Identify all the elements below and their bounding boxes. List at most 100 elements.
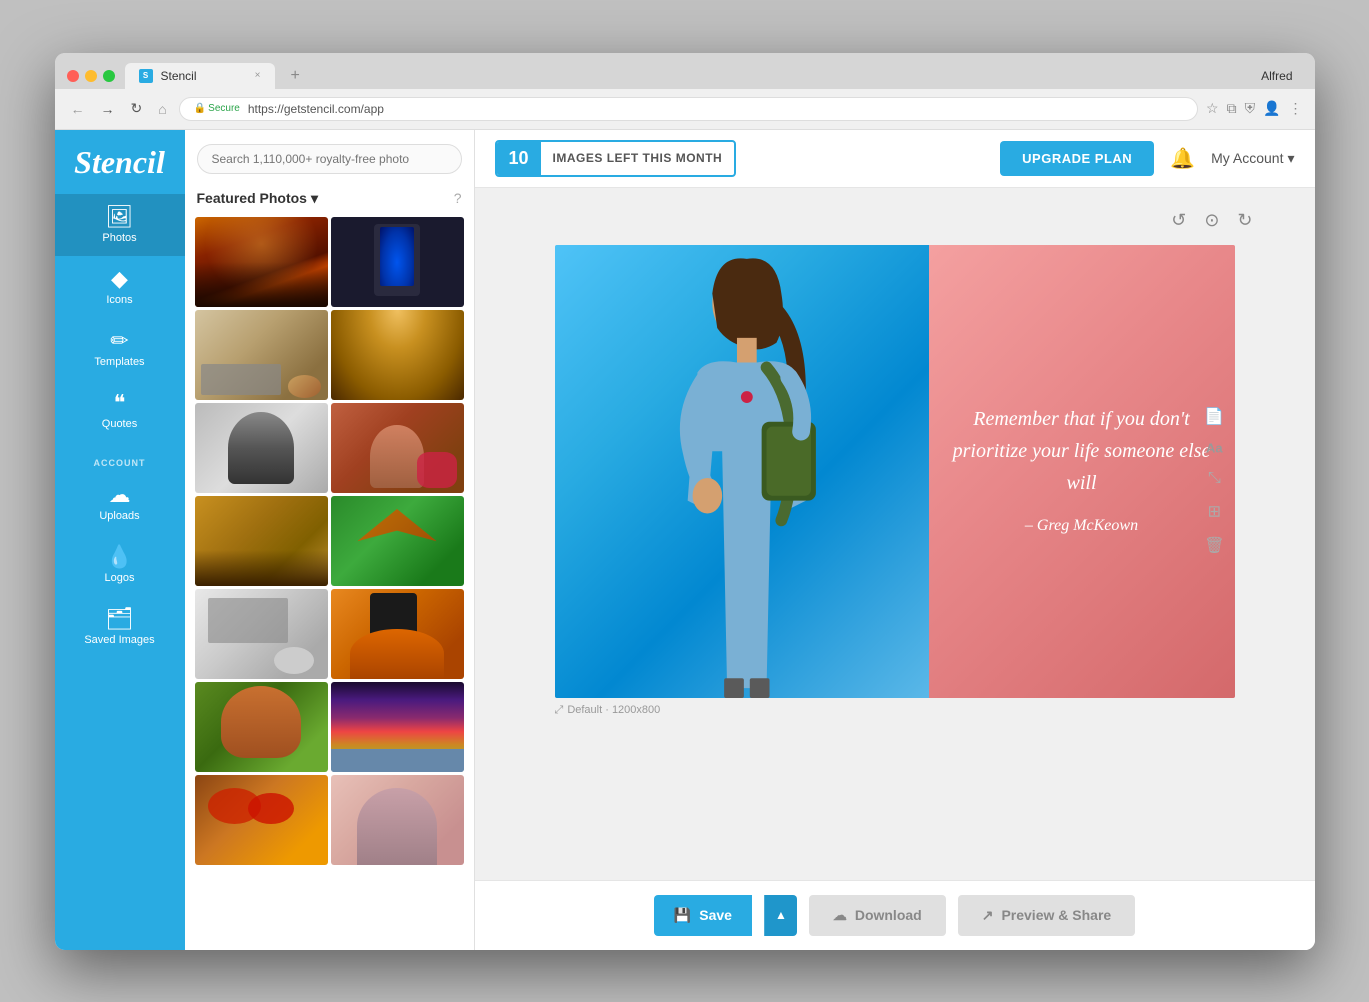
resize-tool-button[interactable]: ⤡ bbox=[1208, 469, 1221, 487]
layers-icon[interactable]: ⧉ bbox=[1227, 100, 1237, 117]
photos-search bbox=[185, 130, 474, 184]
photo-thumb[interactable] bbox=[195, 496, 328, 586]
shield-icon[interactable]: ⛨ bbox=[1245, 100, 1256, 117]
sidebar-item-saved[interactable]: 🗂 Saved Images bbox=[55, 596, 185, 659]
preview-share-button[interactable]: ↗ Preview & Share bbox=[958, 895, 1135, 936]
notification-icon[interactable]: 🔔 bbox=[1170, 146, 1195, 171]
sidebar-item-icons[interactable]: ◆ Icons bbox=[55, 256, 185, 318]
save-icon: 💾 bbox=[674, 907, 691, 924]
account-label: My Account bbox=[1211, 150, 1283, 166]
undo-button[interactable]: ↺ bbox=[1169, 208, 1188, 233]
canvas-quote-text: Remember that if you don't prioritize yo… bbox=[949, 403, 1215, 499]
sidebar-item-templates[interactable]: ✏ Templates bbox=[55, 318, 185, 380]
photo-thumb[interactable] bbox=[331, 496, 464, 586]
photo-thumb[interactable] bbox=[195, 682, 328, 772]
profile-icon[interactable]: 👤 bbox=[1263, 100, 1280, 117]
photo-thumb[interactable] bbox=[331, 682, 464, 772]
sidebar-label-saved: Saved Images bbox=[84, 634, 154, 647]
photo-thumb[interactable] bbox=[331, 403, 464, 493]
grid-tool-button[interactable]: ⊞ bbox=[1208, 501, 1221, 521]
menu-icon[interactable]: ⋮ bbox=[1289, 100, 1303, 117]
file-tool-button[interactable]: 📄 bbox=[1204, 406, 1224, 426]
bookmark-icon[interactable]: ☆ bbox=[1206, 100, 1219, 117]
browser-titlebar: S Stencil × + Alfred bbox=[55, 53, 1315, 89]
canvas-wrapper: Remember that if you don't prioritize yo… bbox=[555, 245, 1235, 717]
photo-thumb[interactable] bbox=[331, 217, 464, 307]
redo-button[interactable]: ↻ bbox=[1235, 208, 1254, 233]
photo-thumb[interactable] bbox=[331, 589, 464, 679]
save-button[interactable]: 💾 Save bbox=[654, 895, 752, 936]
caret-up-icon: ▲ bbox=[775, 908, 787, 922]
canvas-toolbar: ↺ ⊙ ↻ bbox=[1169, 208, 1254, 233]
text-tool-button[interactable]: Aa bbox=[1206, 440, 1223, 455]
images-count: 10 bbox=[497, 142, 541, 175]
new-tab-button[interactable]: + bbox=[285, 67, 306, 85]
save-label: Save bbox=[699, 907, 732, 923]
traffic-lights bbox=[67, 70, 115, 82]
sidebar-label-icons: Icons bbox=[106, 294, 132, 306]
app-logo: Stencil bbox=[74, 146, 165, 178]
preview-label: Preview & Share bbox=[1001, 907, 1111, 923]
tab-favicon: S bbox=[139, 69, 153, 83]
upgrade-plan-button[interactable]: UPGRADE PLAN bbox=[1000, 141, 1154, 176]
images-left-badge: 10 IMAGES LEFT THIS MONTH bbox=[495, 140, 737, 177]
tab-close-icon[interactable]: × bbox=[255, 70, 261, 81]
sidebar-label-logos: Logos bbox=[105, 572, 135, 584]
photos-grid bbox=[185, 213, 474, 869]
chevron-down-icon: ▾ bbox=[1287, 150, 1294, 167]
url-display: https://getstencil.com/app bbox=[248, 102, 384, 116]
sidebar: Stencil 🖼 Photos ◆ Icons ✏ Templates ❝ Q… bbox=[55, 130, 185, 950]
photo-search-input[interactable] bbox=[197, 144, 462, 174]
chevron-down-icon: ▾ bbox=[311, 190, 318, 207]
sidebar-item-logos[interactable]: 💧 Logos bbox=[55, 534, 185, 596]
download-button[interactable]: ☁ Download bbox=[809, 895, 946, 936]
images-label: IMAGES LEFT THIS MONTH bbox=[541, 145, 735, 171]
canvas-info: ⤢ Default · 1200x800 bbox=[555, 704, 1235, 717]
secure-badge: 🔒 Secure bbox=[194, 103, 240, 114]
maximize-button[interactable] bbox=[103, 70, 115, 82]
tab-title: Stencil bbox=[161, 69, 197, 83]
account-menu[interactable]: My Account ▾ bbox=[1211, 150, 1294, 167]
canvas-area: ↺ ⊙ ↻ bbox=[475, 188, 1315, 880]
sidebar-item-photos[interactable]: 🖼 Photos bbox=[55, 194, 185, 256]
browser-nav: ← → ↻ ⌂ 🔒 Secure https://getstencil.com/… bbox=[55, 89, 1315, 130]
diamond-icon: ◆ bbox=[111, 268, 128, 290]
save-caret-button[interactable]: ▲ bbox=[764, 895, 797, 936]
featured-photos-label: Featured Photos bbox=[197, 190, 307, 206]
sidebar-label-photos: Photos bbox=[102, 232, 136, 244]
bottom-bar: 💾 Save ▲ ☁ Download ↗ Preview & Share bbox=[475, 880, 1315, 950]
main-area: 10 IMAGES LEFT THIS MONTH UPGRADE PLAN 🔔… bbox=[475, 130, 1315, 950]
photo-thumb[interactable] bbox=[195, 403, 328, 493]
photo-thumb[interactable] bbox=[195, 310, 328, 400]
address-bar[interactable]: 🔒 Secure https://getstencil.com/app bbox=[179, 97, 1198, 121]
reload-button[interactable]: ↻ bbox=[127, 98, 147, 119]
photo-thumb[interactable] bbox=[331, 310, 464, 400]
minimize-button[interactable] bbox=[85, 70, 97, 82]
canvas-quote-section: Remember that if you don't prioritize yo… bbox=[929, 245, 1235, 698]
home-button[interactable]: ⌂ bbox=[154, 99, 170, 119]
help-icon[interactable]: ? bbox=[454, 190, 462, 206]
photos-icon: 🖼 bbox=[106, 206, 134, 228]
featured-photos-dropdown[interactable]: Featured Photos ▾ bbox=[197, 190, 319, 207]
drop-icon: 💧 bbox=[106, 546, 133, 568]
photo-thumb[interactable] bbox=[331, 775, 464, 865]
account-section-label: ACCOUNT bbox=[55, 450, 185, 470]
nav-icons: ☆ ⧉ ⛨ 👤 ⋮ bbox=[1206, 100, 1303, 117]
sidebar-item-uploads[interactable]: ☁ Uploads bbox=[55, 472, 185, 534]
forward-button[interactable]: → bbox=[97, 99, 119, 119]
close-button[interactable] bbox=[67, 70, 79, 82]
back-button[interactable]: ← bbox=[67, 99, 89, 119]
person-figure bbox=[611, 254, 873, 698]
delete-tool-button[interactable]: 🗑 bbox=[1204, 535, 1224, 555]
download-cloud-icon: ☁ bbox=[833, 907, 847, 924]
canvas-photo-left bbox=[555, 245, 929, 698]
quote-icon: ❝ bbox=[114, 392, 126, 414]
photo-thumb[interactable] bbox=[195, 775, 328, 865]
photo-thumb[interactable] bbox=[195, 589, 328, 679]
browser-tab[interactable]: S Stencil × bbox=[125, 63, 275, 89]
photo-thumb[interactable] bbox=[195, 217, 328, 307]
reset-button[interactable]: ⊙ bbox=[1202, 208, 1221, 233]
sidebar-item-quotes[interactable]: ❝ Quotes bbox=[55, 380, 185, 442]
canvas-image[interactable]: Remember that if you don't prioritize yo… bbox=[555, 245, 1235, 698]
photos-grid-container bbox=[185, 213, 474, 950]
